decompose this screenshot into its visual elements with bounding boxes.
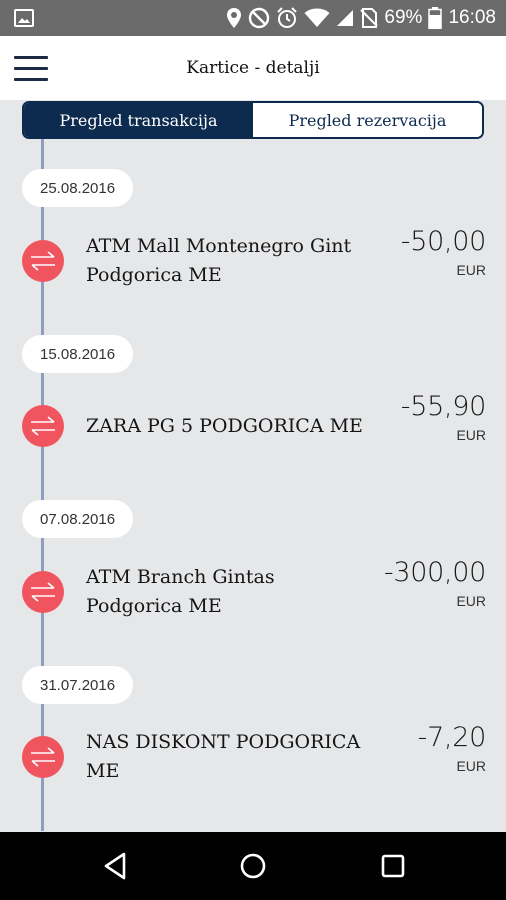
transaction-item[interactable]: ATM Branch Gintas Podgorica ME -300,00 E… — [0, 557, 506, 651]
transaction-currency: EUR — [456, 593, 486, 609]
transaction-currency: EUR — [456, 262, 486, 278]
transaction-item[interactable]: NAS DISKONT PODGORICA ME -7,20 EUR — [0, 722, 506, 816]
transaction-item[interactable]: ZARA PG 5 PODGORICA ME -55,90 EUR — [0, 391, 506, 485]
transaction-amount: -55,90 — [400, 391, 487, 422]
battery-icon — [428, 7, 443, 29]
wifi-icon — [304, 8, 330, 28]
image-icon — [14, 8, 34, 28]
transfer-icon — [22, 736, 64, 778]
date-label: 25.08.2016 — [22, 169, 134, 207]
transfer-icon — [22, 405, 64, 447]
transaction-merchant: NAS DISKONT PODGORICA ME — [86, 731, 361, 782]
battery-percent: 69% — [384, 7, 423, 28]
signal-icon — [336, 9, 354, 27]
no-disturb-icon — [248, 7, 270, 29]
tab-reservations[interactable]: Pregled rezervacija — [253, 103, 482, 137]
back-icon[interactable] — [96, 848, 136, 884]
navigation-bar — [0, 832, 506, 900]
page-title: Kartice - detalji — [186, 58, 320, 78]
date-label: 31.07.2016 — [22, 666, 134, 704]
no-sim-icon — [360, 8, 379, 28]
tab-bar: Pregled transakcija Pregled rezervacija — [22, 101, 484, 139]
transaction-item[interactable]: ATM Mall Montenegro Gint Podgorica ME -5… — [0, 226, 506, 320]
transaction-merchant: ATM Mall Montenegro Gint Podgorica ME — [86, 235, 352, 286]
tab-transactions[interactable]: Pregled transakcija — [24, 103, 253, 137]
transaction-amount: -50,00 — [400, 226, 487, 257]
home-icon[interactable] — [233, 848, 273, 884]
transfer-icon — [22, 571, 64, 613]
date-label: 07.08.2016 — [22, 500, 134, 538]
app-bar: Kartice - detalji — [0, 36, 506, 100]
alarm-icon — [276, 7, 298, 29]
transaction-amount: -300,00 — [383, 557, 486, 588]
transaction-merchant: ZARA PG 5 PODGORICA ME — [86, 415, 363, 437]
date-label: 15.08.2016 — [22, 335, 134, 373]
recents-icon[interactable] — [373, 848, 413, 884]
transaction-merchant: ATM Branch Gintas Podgorica ME — [86, 566, 275, 617]
transaction-amount: -7,20 — [417, 722, 487, 753]
clock: 16:08 — [448, 7, 496, 28]
location-icon — [226, 7, 242, 29]
transaction-currency: EUR — [456, 427, 486, 443]
status-bar: 69% 16:08 — [0, 0, 506, 36]
transfer-icon — [22, 240, 64, 282]
transaction-currency: EUR — [456, 758, 486, 774]
